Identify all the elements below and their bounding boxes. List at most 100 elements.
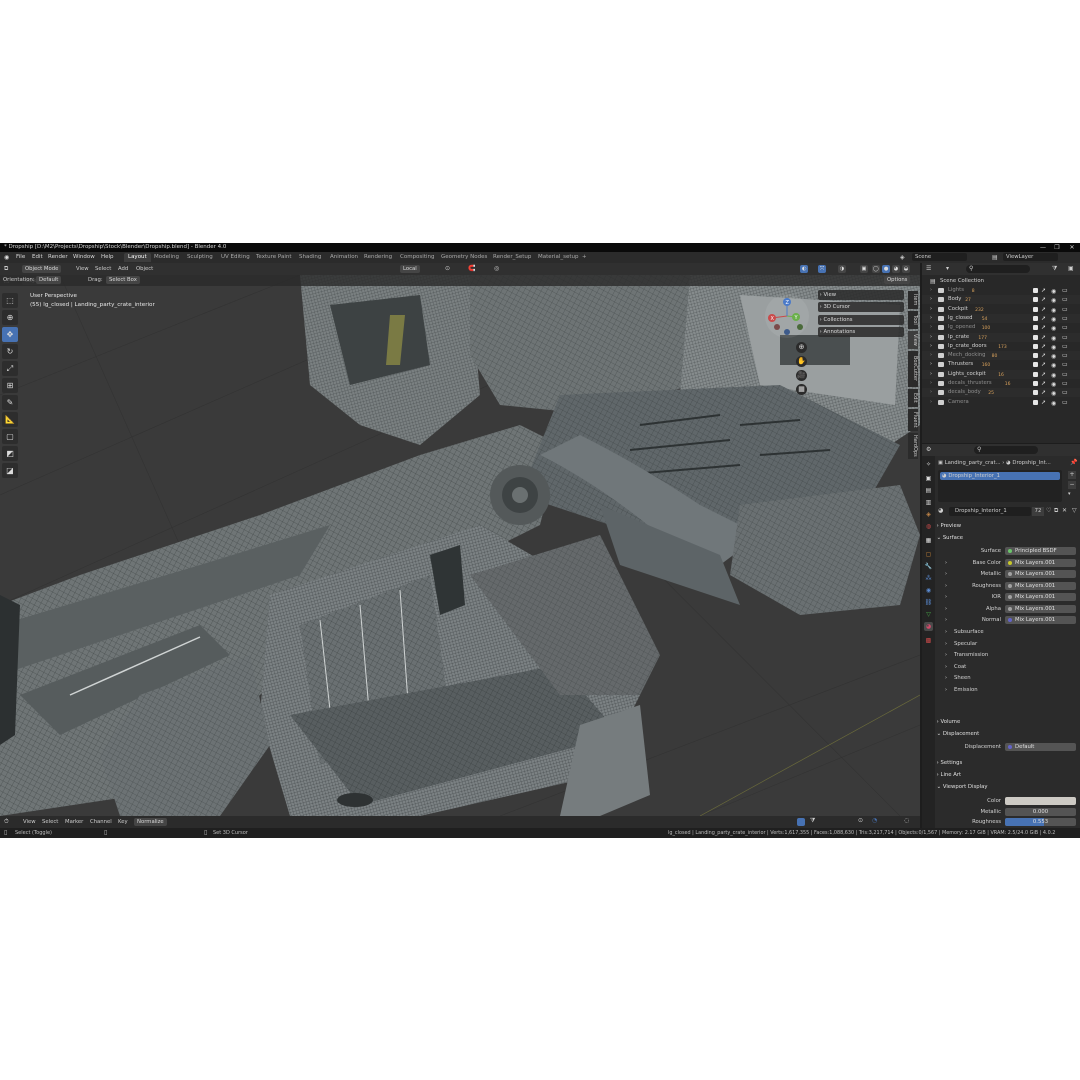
- tab-material-setup[interactable]: Material_setup: [534, 253, 582, 262]
- remove-slot-icon[interactable]: −: [1068, 481, 1076, 489]
- sidetab-fluent[interactable]: Fluent: [908, 409, 918, 431]
- input-link-field[interactable]: Mix Layers.001: [1005, 570, 1076, 578]
- menu-select[interactable]: Select: [95, 265, 111, 273]
- outliner-row[interactable]: › Cockpit 232 ➚ ◉ ▭: [922, 305, 1080, 314]
- wireframe-shading-icon[interactable]: ◯: [872, 265, 880, 273]
- npanel-3d-cursor[interactable]: › 3D Cursor: [818, 302, 904, 312]
- exclude-checkbox[interactable]: [1033, 343, 1038, 349]
- snapping-icon[interactable]: ⊙: [858, 817, 863, 824]
- 3d-viewport[interactable]: User Perspective (55) lg_closed | Landin…: [0, 275, 920, 816]
- outliner-row[interactable]: › decals_body 25 ➚ ◉ ▭: [922, 388, 1080, 398]
- expand-arrow-icon[interactable]: ›: [930, 305, 932, 314]
- selectable-icon[interactable]: ➚: [1041, 305, 1046, 314]
- material-slot-row[interactable]: ◕ Dropship_Interior_1: [940, 472, 1060, 480]
- overlay-toggle-icon[interactable]: ◑: [838, 265, 846, 273]
- navigation-gizmo[interactable]: X Y Z: [762, 291, 812, 341]
- rotate-tool-icon[interactable]: ↻: [2, 344, 18, 359]
- expand-arrow-icon[interactable]: ›: [930, 388, 932, 397]
- select-box-tool-icon[interactable]: ⬚: [2, 293, 18, 308]
- render-camera-icon[interactable]: ▭: [1062, 314, 1068, 323]
- subpanel-specular[interactable]: › Specular: [935, 639, 1080, 650]
- menu-help[interactable]: Help: [101, 254, 114, 260]
- scene-tab-icon[interactable]: ◈: [924, 510, 933, 519]
- scene-selector[interactable]: Scene: [912, 253, 967, 261]
- exclude-checkbox[interactable]: [1033, 362, 1038, 368]
- material-slot-list[interactable]: ◕ Dropship_Interior_1: [938, 470, 1062, 502]
- properties-search-input[interactable]: ⚲: [974, 446, 1038, 454]
- vd-roughness-slider[interactable]: 0.553: [1005, 818, 1076, 826]
- section-displacement[interactable]: ⌄ Displacement: [935, 729, 1080, 740]
- exclude-checkbox[interactable]: [1033, 381, 1038, 386]
- drag-dropdown[interactable]: Select Box: [106, 276, 140, 284]
- proportional-icon[interactable]: ◔: [872, 817, 877, 824]
- exclude-checkbox[interactable]: [1033, 297, 1038, 303]
- exclude-checkbox[interactable]: [1033, 353, 1038, 359]
- selectable-icon[interactable]: ➚: [1041, 351, 1046, 360]
- vd-metallic-slider[interactable]: 0.000: [1005, 808, 1076, 816]
- render-camera-icon[interactable]: ▭: [1062, 333, 1068, 342]
- npanel-view[interactable]: › View: [818, 290, 904, 300]
- render-camera-icon[interactable]: ▭: [1062, 360, 1068, 369]
- section-settings[interactable]: › Settings: [935, 758, 1080, 769]
- subpanel-subsurface[interactable]: › Subsurface: [935, 627, 1080, 638]
- view-layer-tab-icon[interactable]: ▥: [924, 498, 933, 507]
- render-camera-icon[interactable]: ▭: [1062, 295, 1068, 304]
- exclude-checkbox[interactable]: [1033, 315, 1038, 321]
- pan-hand-icon[interactable]: ✋: [796, 356, 807, 367]
- tab-animation[interactable]: Animation: [326, 253, 362, 262]
- transform-tool-icon[interactable]: ⊞: [2, 378, 18, 393]
- ortho-toggle-icon[interactable]: ▦: [796, 384, 807, 395]
- expand-arrow-icon[interactable]: ›: [930, 398, 932, 407]
- outliner-row[interactable]: › lp_crate 177 ➚ ◉ ▭: [922, 332, 1080, 342]
- section-volume[interactable]: › Volume: [935, 717, 1080, 728]
- expand-arrow-icon[interactable]: ›: [945, 650, 947, 661]
- sidetab-tool[interactable]: Tool: [908, 311, 918, 329]
- unlink-material-icon[interactable]: ✕: [1062, 507, 1067, 514]
- expand-arrow-icon[interactable]: ›: [930, 351, 932, 360]
- selectable-icon[interactable]: ➚: [1041, 295, 1046, 304]
- zoom-icon[interactable]: ⊕: [796, 342, 807, 353]
- render-camera-icon[interactable]: ▭: [1062, 286, 1068, 295]
- add-workspace-button[interactable]: +: [578, 253, 591, 262]
- tab-texture-paint[interactable]: Texture Paint: [252, 253, 296, 262]
- selectable-icon[interactable]: ➚: [1041, 342, 1046, 351]
- texture-tab-icon[interactable]: ▩: [924, 636, 933, 645]
- section-preview[interactable]: › Preview: [935, 521, 1080, 532]
- menu-file[interactable]: File: [16, 254, 25, 260]
- subpanel-emission[interactable]: › Emission: [935, 685, 1080, 696]
- tool-tab-icon[interactable]: ✧: [924, 460, 933, 469]
- input-link-field[interactable]: Mix Layers.001: [1005, 616, 1076, 624]
- menu-view[interactable]: View: [76, 265, 89, 273]
- outliner-editor-icon[interactable]: ☰: [926, 265, 931, 272]
- mode-selector[interactable]: Object Mode: [22, 265, 62, 273]
- menu-window[interactable]: Window: [73, 254, 95, 260]
- slot-menu-icon[interactable]: ▾: [1068, 491, 1071, 497]
- subpanel-transmission[interactable]: › Transmission: [935, 650, 1080, 661]
- render-camera-icon[interactable]: ▭: [1062, 305, 1068, 314]
- section-surface[interactable]: ⌄ Surface: [935, 533, 1080, 544]
- fake-user-icon[interactable]: ♡: [1046, 507, 1051, 514]
- annotate-tool-icon[interactable]: ✎: [2, 395, 18, 410]
- eye-icon[interactable]: ◉: [1051, 399, 1056, 408]
- timeline-menu-view[interactable]: View: [23, 818, 36, 826]
- filter-selected-icon[interactable]: [797, 818, 805, 826]
- selectable-icon[interactable]: ➚: [1041, 398, 1046, 407]
- material-name-field[interactable]: Dropship_Interior_1: [949, 507, 1031, 516]
- scale-tool-icon[interactable]: ⤢: [2, 361, 18, 376]
- tab-uv-editing[interactable]: UV Editing: [217, 253, 254, 262]
- move-tool-icon[interactable]: ✥: [2, 327, 18, 342]
- xray-toggle-icon[interactable]: ▣: [860, 265, 868, 273]
- exclude-checkbox[interactable]: [1033, 306, 1038, 312]
- outliner-row[interactable]: › Camera ➚ ◉ ▭: [922, 398, 1080, 407]
- collection-tab-icon[interactable]: ▦: [924, 536, 933, 545]
- transform-orientation-dropdown[interactable]: Local: [400, 265, 420, 273]
- npanel-annotations[interactable]: › Annotations: [818, 327, 904, 337]
- sidetab-view[interactable]: View: [908, 331, 918, 349]
- solid-shading-icon[interactable]: ●: [882, 265, 890, 273]
- world-tab-icon[interactable]: ◍: [924, 522, 933, 531]
- close-button[interactable]: ✕: [1065, 243, 1079, 252]
- expand-arrow-icon[interactable]: ›: [930, 342, 932, 351]
- outliner-row[interactable]: › Lights 8 ➚ ◉ ▭: [922, 286, 1080, 295]
- input-link-field[interactable]: Mix Layers.001: [1005, 593, 1076, 601]
- outliner-row[interactable]: › lg_opened 100 ➚ ◉ ▭: [922, 323, 1080, 332]
